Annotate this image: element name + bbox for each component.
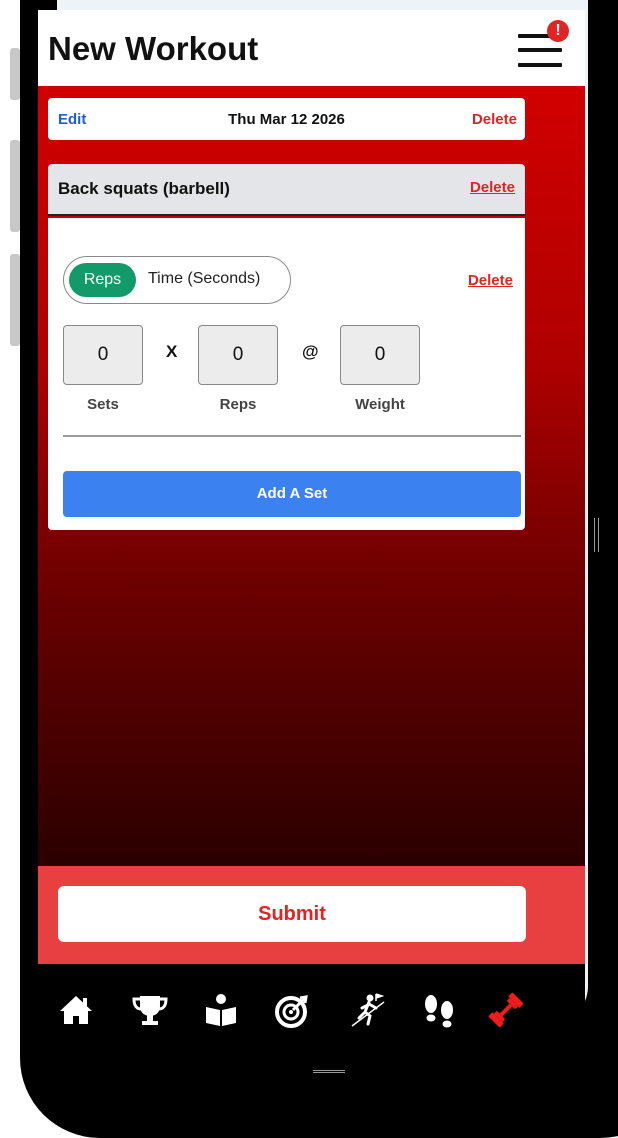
app-header: New Workout ! xyxy=(38,10,585,86)
nav-home[interactable] xyxy=(56,988,96,1032)
trophy-icon xyxy=(132,996,168,1025)
phone-side-button xyxy=(10,254,20,346)
date-bar: Edit Thu Mar 12 2026 Delete xyxy=(48,98,525,140)
screenshot: New Workout ! Edit Thu Mar 12 2026 Delet… xyxy=(0,0,618,1138)
app-window: New Workout ! Edit Thu Mar 12 2026 Delet… xyxy=(38,10,585,1056)
sets-input[interactable]: 0 xyxy=(63,325,143,385)
toggle-option-time[interactable]: Time (Seconds) xyxy=(148,270,260,288)
nav-challenges[interactable] xyxy=(348,988,388,1032)
delete-workout-link[interactable]: Delete xyxy=(472,111,517,128)
nav-workout[interactable] xyxy=(486,988,526,1032)
nav-steps[interactable] xyxy=(419,988,459,1032)
submit-button[interactable]: Submit xyxy=(58,886,526,942)
add-set-button[interactable]: Add A Set xyxy=(63,471,521,517)
alert-badge: ! xyxy=(547,20,569,42)
at-separator: @ xyxy=(302,342,319,361)
dumbbell-icon xyxy=(488,992,524,1028)
workout-date: Thu Mar 12 2026 xyxy=(228,111,345,128)
weight-input[interactable]: 0 xyxy=(340,325,420,385)
exercise-header: Back squats (barbell) Delete xyxy=(48,164,525,216)
home-icon xyxy=(60,996,92,1024)
reps-label: Reps xyxy=(219,396,257,413)
divider xyxy=(63,435,521,437)
window-handle[interactable] xyxy=(313,1070,345,1073)
times-separator: X xyxy=(166,342,178,361)
reps-time-toggle[interactable]: Reps Time (Seconds) xyxy=(63,256,291,304)
exercise-name: Back squats (barbell) xyxy=(58,179,230,198)
page-title: New Workout xyxy=(48,30,259,67)
menu-button[interactable]: ! xyxy=(516,20,569,72)
phone-side-button xyxy=(10,140,20,232)
hamburger-menu-icon-bar xyxy=(518,63,562,67)
delete-exercise-link[interactable]: Delete xyxy=(470,179,515,196)
nav-goals[interactable] xyxy=(272,988,312,1032)
phone-side-button xyxy=(10,48,20,100)
toggle-option-reps[interactable]: Reps xyxy=(69,263,136,297)
sets-label: Sets xyxy=(87,396,119,413)
hamburger-menu-icon-bar xyxy=(518,48,562,52)
nav-learn[interactable] xyxy=(201,988,241,1032)
set-card: Reps Time (Seconds) Delete 0 X 0 @ 0 Set… xyxy=(48,218,525,530)
nav-trophy[interactable] xyxy=(130,988,170,1032)
climbing-person-icon xyxy=(351,993,385,1027)
target-icon xyxy=(275,995,308,1028)
footprints-icon xyxy=(425,995,453,1028)
scrollbar-grip[interactable] xyxy=(594,518,599,552)
weight-label: Weight xyxy=(355,396,405,413)
submit-zone: Submit xyxy=(38,866,585,964)
workout-content: Edit Thu Mar 12 2026 Delete Back squats … xyxy=(38,86,585,866)
delete-set-link[interactable]: Delete xyxy=(468,272,513,289)
reading-person-icon xyxy=(206,994,236,1026)
reps-input[interactable]: 0 xyxy=(198,325,278,385)
bottom-nav xyxy=(38,964,585,1056)
